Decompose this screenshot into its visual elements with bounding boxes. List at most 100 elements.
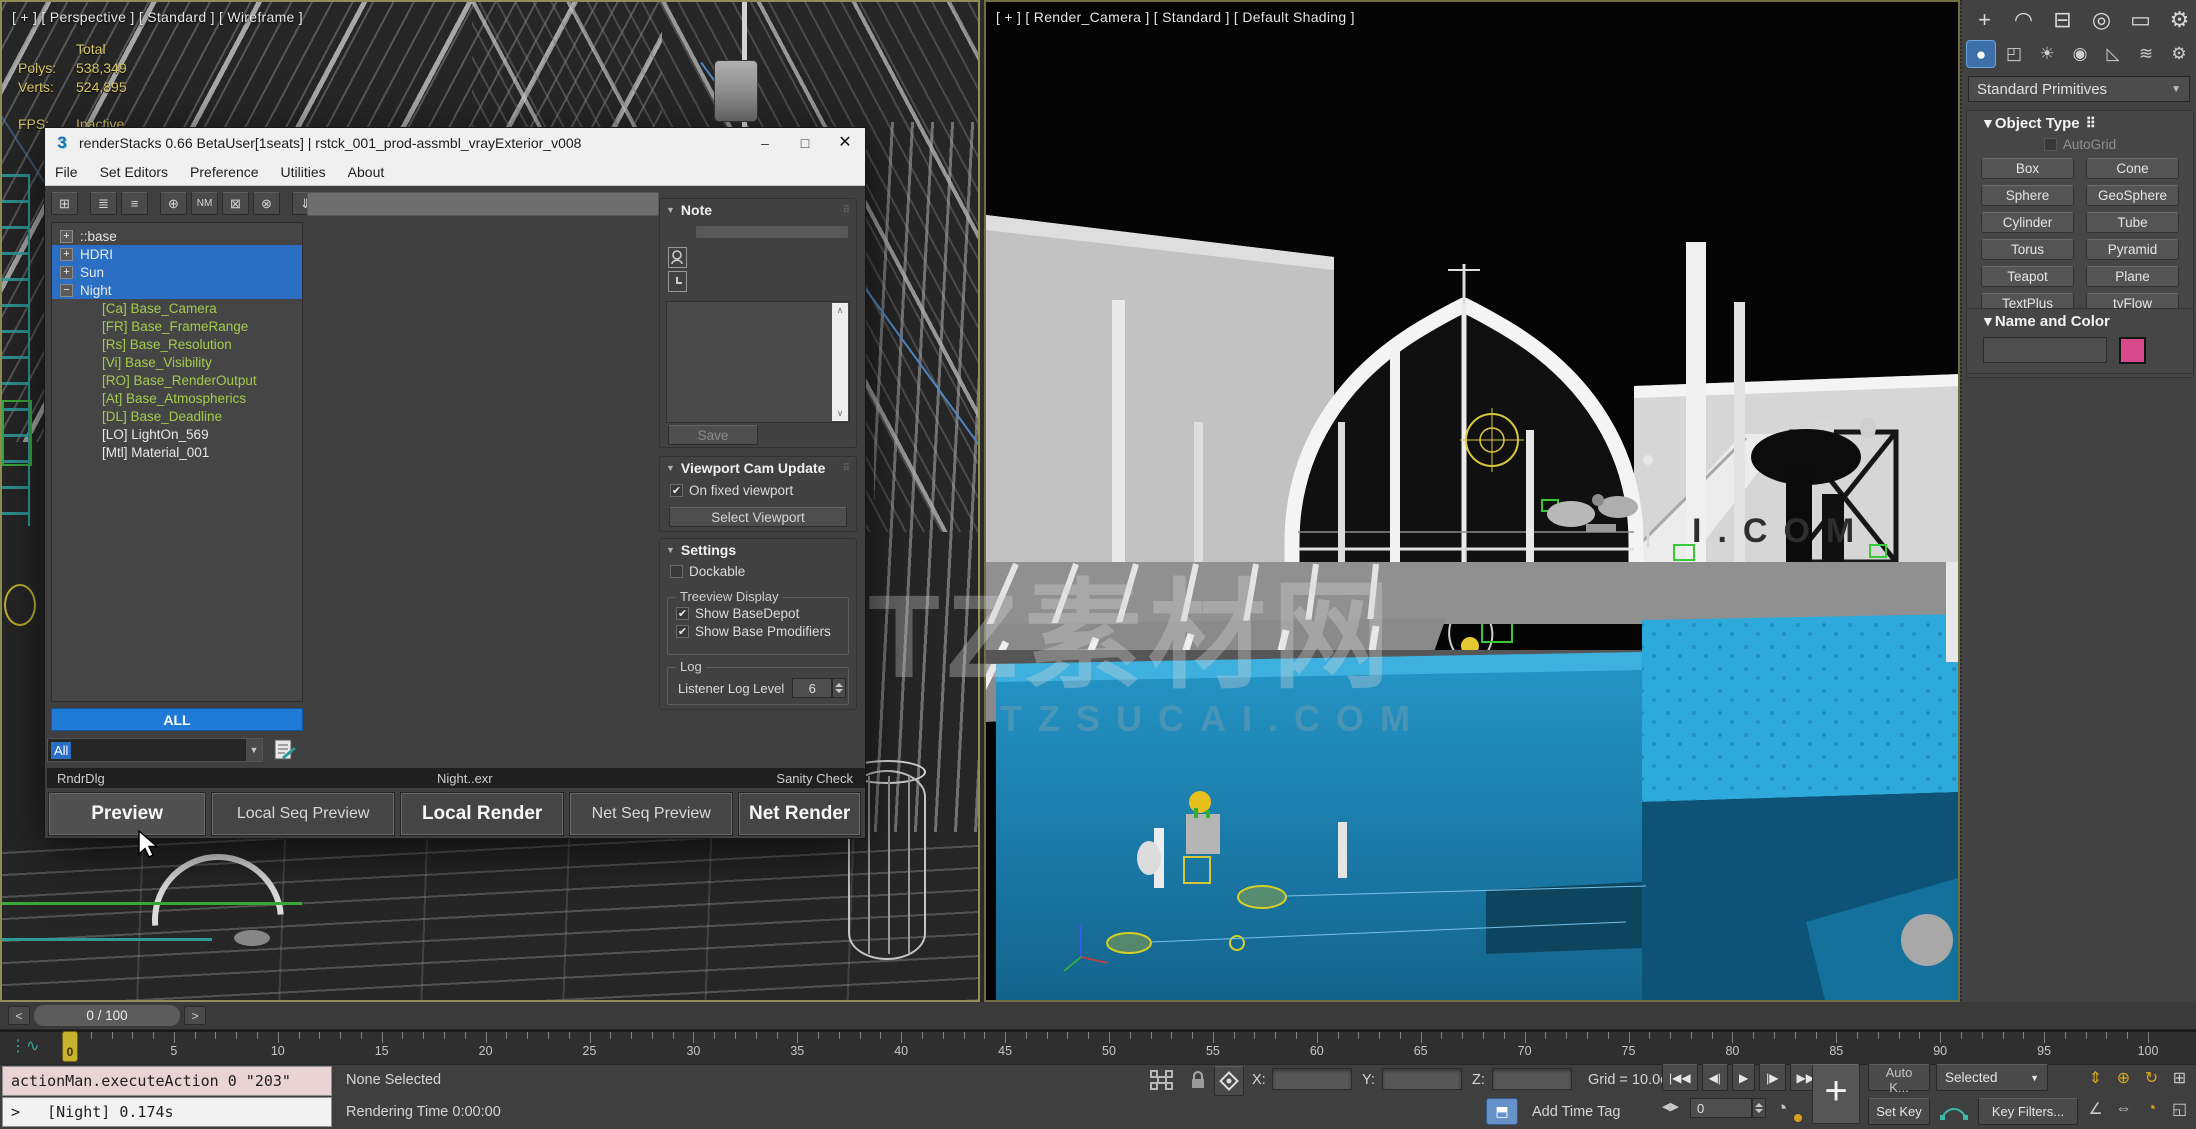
x-coordinate-field[interactable] [1272,1068,1352,1090]
note-title-input[interactable] [696,226,848,238]
transform-gizmo-icon[interactable] [1214,1066,1244,1096]
create-torus-button[interactable]: Torus [1981,239,2074,260]
pan-icon[interactable]: ⇔ [2110,1095,2137,1122]
maximize-viewport-icon[interactable]: ◱ [2166,1095,2193,1122]
create-geosphere-button[interactable]: GeoSphere [2086,185,2179,206]
next-frame-icon[interactable]: |▶ [1759,1064,1785,1091]
tree-item[interactable]: [DL] Base_Deadline [52,407,302,425]
close-button[interactable]: ✕ [825,128,865,158]
tree-item[interactable]: [Rs] Base_Resolution [52,335,302,353]
next-frame-button[interactable]: > [184,1006,206,1025]
viewport-label-left[interactable]: [ + ] [ Perspective ] [ Standard ] [ Wir… [12,9,303,25]
y-coordinate-field[interactable] [1382,1068,1462,1090]
name-color-header[interactable]: ▼ Name and Color [1967,309,2193,333]
add-item-icon[interactable]: ⊕ [160,192,187,215]
note-textarea[interactable]: ∧∨ [666,301,850,423]
prev-frame-button[interactable]: < [8,1006,30,1025]
tree-item[interactable]: [LO] LightOn_569 [52,425,302,443]
create-cylinder-button[interactable]: Cylinder [1981,212,2074,233]
systems-icon[interactable]: ⚙ [2164,40,2194,68]
isolate-selection-icon[interactable] [1150,1070,1174,1090]
fov-icon[interactable]: ∠ [2082,1095,2109,1122]
zoom-extents-icon[interactable]: ↻ [2138,1064,2165,1091]
cameras-icon[interactable]: ◉ [2065,40,2095,68]
net-render-button[interactable]: Net Render [739,793,860,835]
zoom-region-icon[interactable]: ⊞ [2166,1064,2193,1091]
add-time-tag-label[interactable]: Add Time Tag [1532,1104,1620,1120]
current-frame-value[interactable]: 0 [1690,1098,1752,1118]
object-type-header[interactable]: ▼ Object Type ⠿ [1967,111,2193,135]
create-cone-button[interactable]: Cone [2086,158,2179,179]
hierarchy-icon[interactable]: ⊟ [2046,4,2079,36]
key-filters-button[interactable]: Key Filters... [1978,1098,2078,1125]
rename-icon[interactable]: NM [191,192,218,215]
frame-step-icon[interactable]: ◀▶ [1662,1100,1679,1113]
expand-icon[interactable]: + [60,248,73,261]
menu-file[interactable]: File [55,164,78,180]
save-note-button[interactable]: Save [668,425,758,445]
menu-about[interactable]: About [348,164,385,180]
collapse-icon[interactable]: − [60,284,73,297]
set-key-button[interactable]: Set Key [1868,1098,1930,1125]
helpers-icon[interactable]: ◺ [2098,40,2128,68]
tree-item[interactable]: [Ca] Base_Camera [52,299,302,317]
maxscript-listener-line2[interactable]: > [Night] 0.174s [2,1097,332,1127]
expand-icon[interactable]: + [60,266,73,279]
key-mode-icon[interactable] [1938,1100,1970,1124]
log-level-value[interactable]: 6 [792,678,832,698]
net-seq-preview-button[interactable]: Net Seq Preview [570,793,732,835]
add-set-icon[interactable]: ⊞ [51,192,78,215]
spinner-arrows[interactable] [1752,1098,1766,1118]
menu-preference[interactable]: Preference [190,164,258,180]
menu-set-editors[interactable]: Set Editors [100,164,168,180]
local-render-button[interactable]: Local Render [401,793,563,835]
geometry-icon[interactable]: ● [1966,40,1996,68]
dialog-titlebar[interactable]: 3 renderStacks 0.66 BetaUser[1seats] | r… [45,128,865,158]
create-teapot-button[interactable]: Teapot [1981,266,2074,287]
tree-item[interactable]: [Mtl] Material_001 [52,443,302,461]
selection-lock-icon[interactable] [1190,1070,1206,1090]
utilities-icon[interactable]: ⚙ [2163,4,2196,36]
rndrdlg-label[interactable]: RndrDlg [57,771,105,786]
create-pyramid-button[interactable]: Pyramid [2086,239,2179,260]
motion-icon[interactable]: ◎ [2085,4,2118,36]
cut-icon[interactable]: ⊗ [253,192,280,215]
collapse-tree-icon[interactable]: ≡ [121,192,148,215]
spacewarps-icon[interactable]: ≋ [2131,40,2161,68]
note-time-icon[interactable] [668,271,687,292]
category-dropdown[interactable]: Standard Primitives ▼ [1968,76,2190,102]
tree-item[interactable]: [At] Base_Atmospherics [52,389,302,407]
dockable-checkbox[interactable] [670,565,683,578]
on-fixed-viewport-checkbox[interactable]: ✔ [670,484,683,497]
create-sphere-button[interactable]: Sphere [1981,185,2074,206]
expand-icon[interactable]: + [60,230,73,243]
object-name-field[interactable] [1983,337,2107,363]
orbit-icon[interactable]: ◔ [2138,1095,2165,1122]
edit-list-icon[interactable] [271,736,299,764]
expand-tree-icon[interactable]: ≣ [90,192,117,215]
create-tube-button[interactable]: Tube [2086,212,2179,233]
tree-item[interactable]: +HDRI [52,245,302,263]
tree-item[interactable]: [Vi] Base_Visibility [52,353,302,371]
tree-item[interactable]: −Night [52,281,302,299]
mini-curve-editor-icon[interactable]: ⋮∿ [10,1036,39,1056]
color-swatch[interactable] [2119,337,2146,364]
delete-icon[interactable]: ⊠ [222,192,249,215]
log-level-spinner[interactable]: 6 [792,678,846,698]
set-keys-button[interactable]: + [1812,1064,1860,1124]
zoom-all-icon[interactable]: ⊕ [2110,1064,2137,1091]
maximize-button[interactable]: □ [785,128,825,158]
frame-counter[interactable]: 0 / 100 [34,1005,180,1026]
local-seq-preview-button[interactable]: Local Seq Preview [212,793,394,835]
add-time-tag-icon[interactable]: ⬒ [1486,1098,1518,1125]
time-slider[interactable]: 0 [62,1031,78,1062]
auto-key-button[interactable]: Auto K... [1868,1064,1930,1091]
shapes-icon[interactable]: ◰ [1999,40,2029,68]
autogrid-checkbox[interactable] [2044,138,2057,151]
tree-item[interactable]: +Sun [52,263,302,281]
spinner-arrows[interactable] [832,678,846,698]
minimize-button[interactable]: – [745,128,785,158]
chevron-down-icon[interactable]: ▼ [245,739,262,761]
zoom-icon[interactable]: ⇕ [2082,1064,2109,1091]
go-to-start-icon[interactable]: |◀◀ [1662,1064,1698,1091]
